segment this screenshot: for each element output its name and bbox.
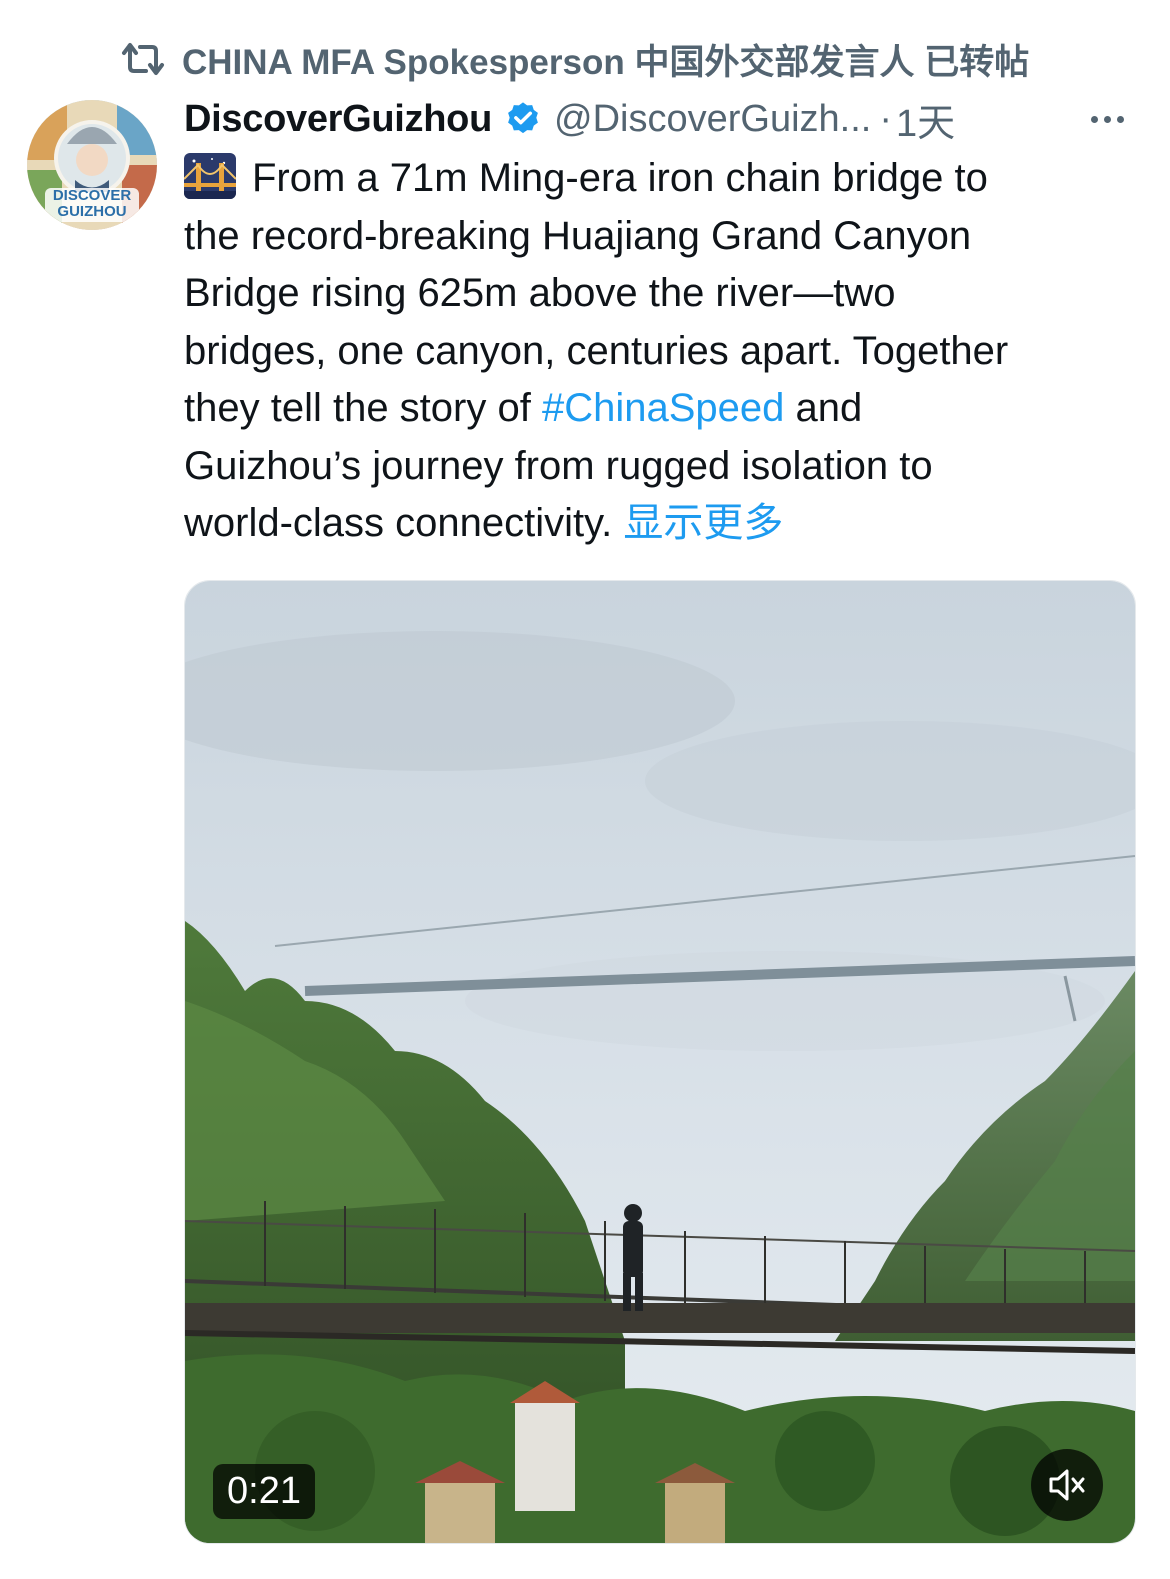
- author-handle[interactable]: @DiscoverGuizh...: [554, 98, 871, 141]
- speaker-muted-icon: [1049, 1469, 1085, 1501]
- more-horizontal-icon: [1091, 115, 1098, 123]
- discover-guizhou-avatar: DISCOVER GUIZHOU: [27, 100, 157, 230]
- more-dot: [1117, 115, 1124, 123]
- show-more-link[interactable]: 显示更多: [623, 501, 783, 545]
- post-time[interactable]: 1天: [896, 92, 955, 147]
- post-text: From a 71m Ming-era iron chain bridge to…: [184, 150, 1144, 553]
- post-card[interactable]: CHINA MFA Spokesperson 中国外交部发言人 已转帖 DISC…: [0, 0, 1170, 1579]
- time-separator: ·: [879, 97, 892, 140]
- repost-icon: [118, 39, 168, 79]
- display-name[interactable]: DiscoverGuizhou: [184, 98, 492, 141]
- avatar[interactable]: DISCOVER GUIZHOU: [27, 100, 157, 230]
- more-options-button[interactable]: [1085, 115, 1130, 123]
- mute-button[interactable]: [1031, 1449, 1103, 1521]
- repost-label: CHINA MFA Spokesperson 中国外交部发言人 已转帖: [182, 42, 1030, 82]
- more-dot: [1104, 115, 1111, 123]
- verified-badge-icon: [504, 100, 542, 138]
- video-frame: [185, 581, 1135, 1543]
- bridge-at-night-emoji: [184, 153, 236, 199]
- svg-text:DISCOVER: DISCOVER: [53, 187, 132, 204]
- video-duration: 0:21: [213, 1464, 315, 1519]
- svg-text:GUIZHOU: GUIZHOU: [57, 203, 126, 220]
- hashtag-link[interactable]: #ChinaSpeed: [542, 386, 784, 430]
- author-row: DiscoverGuizhou @DiscoverGuizh... · 1天: [184, 92, 1130, 146]
- repost-header[interactable]: CHINA MFA Spokesperson 中国外交部发言人 已转帖: [118, 36, 1029, 82]
- video-player[interactable]: 0:21: [184, 580, 1136, 1544]
